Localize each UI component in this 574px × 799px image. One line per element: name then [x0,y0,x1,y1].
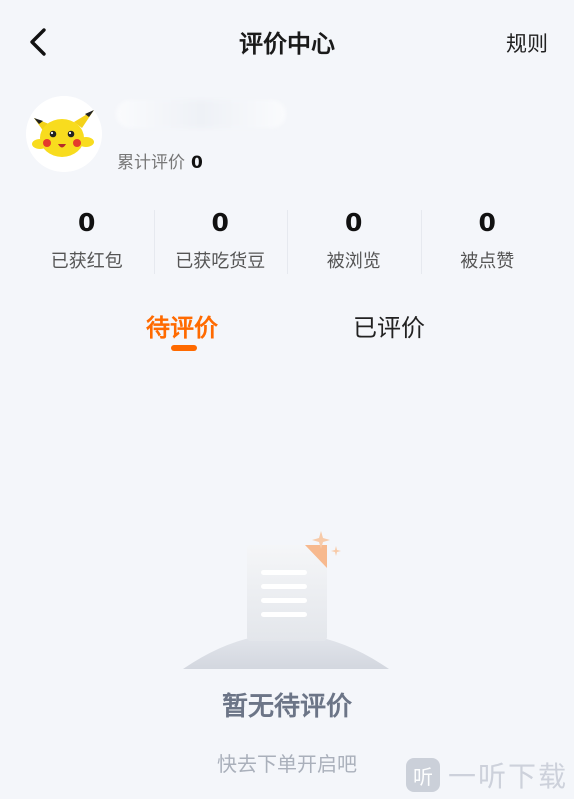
empty-state-illustration [181,528,391,673]
stats-row: 0 已获红包 0 已获吃货豆 0 被浏览 0 被点赞 [20,202,554,278]
stat-value: 0 [345,208,363,237]
top-bar: 评价中心 规则 [0,0,574,86]
username-blurred [116,100,286,128]
watermark-logo: 听 [405,758,440,792]
stat-label: 被浏览 [326,251,381,272]
avatar[interactable] [26,96,102,172]
watermark: 听 一听下载 [405,755,568,795]
watermark-text: 一听下载 [447,760,568,793]
stat-value: 0 [478,208,496,237]
empty-state-title: 暂无待评价 [221,692,352,722]
stat-value: 0 [211,208,229,237]
page-title: 评价中心 [239,30,335,58]
stat-value: 0 [78,208,96,237]
total-reviews-label: 累计评价 [117,153,185,173]
stat-likes[interactable]: 0 被点赞 [420,202,555,278]
stat-foodie-beans[interactable]: 0 已获吃货豆 [153,202,288,278]
total-reviews: 累计评价 0 [117,148,203,173]
total-reviews-value: 0 [191,153,203,173]
stat-views[interactable]: 0 被浏览 [287,202,421,278]
stat-label: 已获吃货豆 [175,251,266,272]
active-tab-indicator [171,345,197,351]
tab-pending-review[interactable]: 待评价 [146,308,218,343]
pikachu-avatar-image [26,96,102,172]
rules-link[interactable]: 规则 [506,28,548,58]
stat-red-packets[interactable]: 0 已获红包 [20,202,154,278]
stat-label: 被点赞 [460,251,515,272]
stat-label: 已获红包 [50,251,123,272]
tab-reviewed[interactable]: 已评价 [353,308,425,343]
